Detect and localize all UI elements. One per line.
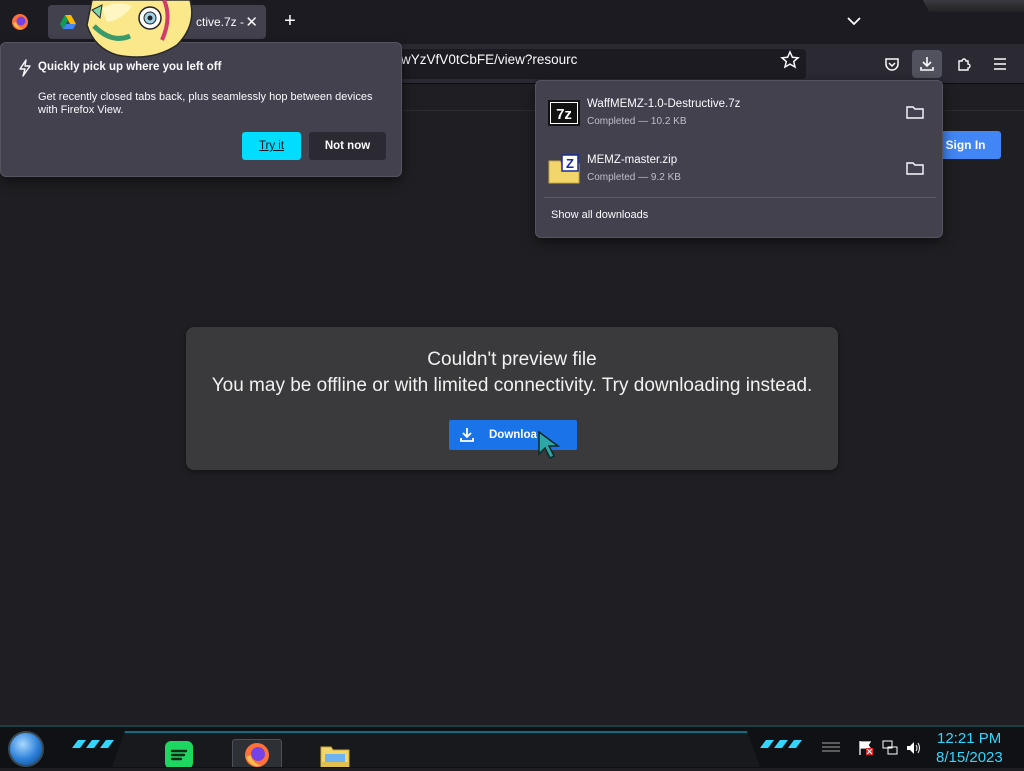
file-explorer-icon bbox=[320, 746, 350, 767]
download-filename: MEMZ-master.zip bbox=[587, 154, 678, 166]
firefox-view-doorhanger: Quickly pick up where you left off Get r… bbox=[0, 42, 402, 177]
folder-icon[interactable] bbox=[906, 160, 924, 176]
7z-archive-icon: 7z bbox=[548, 100, 580, 126]
downloads-button[interactable] bbox=[912, 50, 942, 78]
system-tray bbox=[820, 737, 930, 761]
volume-speaker-icon[interactable] bbox=[906, 740, 922, 756]
preview-error-card: Couldn't preview file You may be offline… bbox=[186, 327, 838, 470]
taskbar-app-bar bbox=[112, 731, 760, 767]
taskbar-app-firefox[interactable] bbox=[232, 739, 282, 767]
spotify-icon bbox=[165, 741, 193, 767]
show-all-downloads-link[interactable]: Show all downloads bbox=[551, 209, 648, 221]
doorhanger-title: Quickly pick up where you left off bbox=[38, 61, 222, 73]
taskbar-app-spotify[interactable] bbox=[154, 739, 204, 767]
bookmark-star-icon[interactable] bbox=[780, 50, 800, 70]
clock-date[interactable]: 8/15/2023 bbox=[936, 749, 1003, 766]
svg-text:Z: Z bbox=[566, 156, 574, 171]
hamburger-menu-icon bbox=[994, 58, 1006, 70]
download-arrow-icon bbox=[920, 57, 934, 71]
window-frame-decoration bbox=[922, 0, 1024, 12]
downloads-panel: 7z WaffMEMZ-1.0-Destructive.7z Completed… bbox=[535, 80, 943, 238]
clock-time[interactable]: 12:21 PM bbox=[937, 730, 1001, 747]
download-filename: WaffMEMZ-1.0-Destructive.7z bbox=[587, 98, 741, 110]
show-desktop-stripes-icon[interactable] bbox=[820, 741, 842, 755]
download-status: Completed — 9.2 KB bbox=[587, 172, 681, 183]
svg-text:7z: 7z bbox=[556, 106, 572, 123]
taskbar-app-file-explorer[interactable] bbox=[310, 739, 360, 767]
try-it-button[interactable]: Try it bbox=[242, 132, 301, 160]
doorhanger-body: Get recently closed tabs back, plus seam… bbox=[38, 91, 373, 116]
app-menu-button[interactable] bbox=[985, 50, 1015, 78]
not-now-button[interactable]: Not now bbox=[309, 132, 386, 160]
action-center-flag-icon[interactable] bbox=[858, 740, 874, 756]
tab-close-button[interactable]: ✕ bbox=[245, 13, 258, 31]
preview-error-message: You may be offline or with limited conne… bbox=[211, 375, 813, 396]
zip-archive-icon: Z bbox=[548, 154, 580, 184]
list-all-tabs-chevron-down-icon[interactable] bbox=[845, 12, 863, 30]
firefox-icon bbox=[245, 743, 269, 767]
preview-error-title: Couldn't preview file bbox=[427, 349, 597, 370]
download-item[interactable]: 7z WaffMEMZ-1.0-Destructive.7z Completed… bbox=[536, 89, 942, 137]
extensions-button[interactable] bbox=[949, 50, 979, 78]
folder-icon[interactable] bbox=[906, 104, 924, 120]
divider bbox=[544, 197, 936, 198]
firefox-view-button[interactable] bbox=[6, 8, 34, 36]
taskbar-decoration bbox=[760, 740, 802, 748]
pocket-icon bbox=[885, 58, 899, 71]
firefox-icon bbox=[12, 14, 28, 30]
network-icon[interactable] bbox=[882, 740, 898, 756]
start-button[interactable] bbox=[8, 731, 44, 767]
taskbar: 12:21 PM 8/15/2023 bbox=[0, 725, 1024, 768]
lightning-bolt-icon bbox=[19, 59, 31, 77]
new-tab-button[interactable]: + bbox=[279, 10, 301, 32]
cartoon-character-overlay bbox=[86, 0, 193, 58]
download-item[interactable]: Z MEMZ-master.zip Completed — 9.2 KB bbox=[536, 145, 942, 193]
download-arrow-icon bbox=[460, 428, 474, 442]
download-status: Completed — 10.2 KB bbox=[587, 116, 687, 127]
tab-title: ctive.7z - bbox=[196, 15, 245, 29]
download-button-label: Downloa bbox=[489, 429, 537, 441]
taskbar-decoration bbox=[72, 740, 114, 748]
puzzle-piece-icon bbox=[958, 58, 971, 71]
pocket-button[interactable] bbox=[877, 50, 907, 78]
mouse-cursor-icon bbox=[538, 430, 561, 460]
